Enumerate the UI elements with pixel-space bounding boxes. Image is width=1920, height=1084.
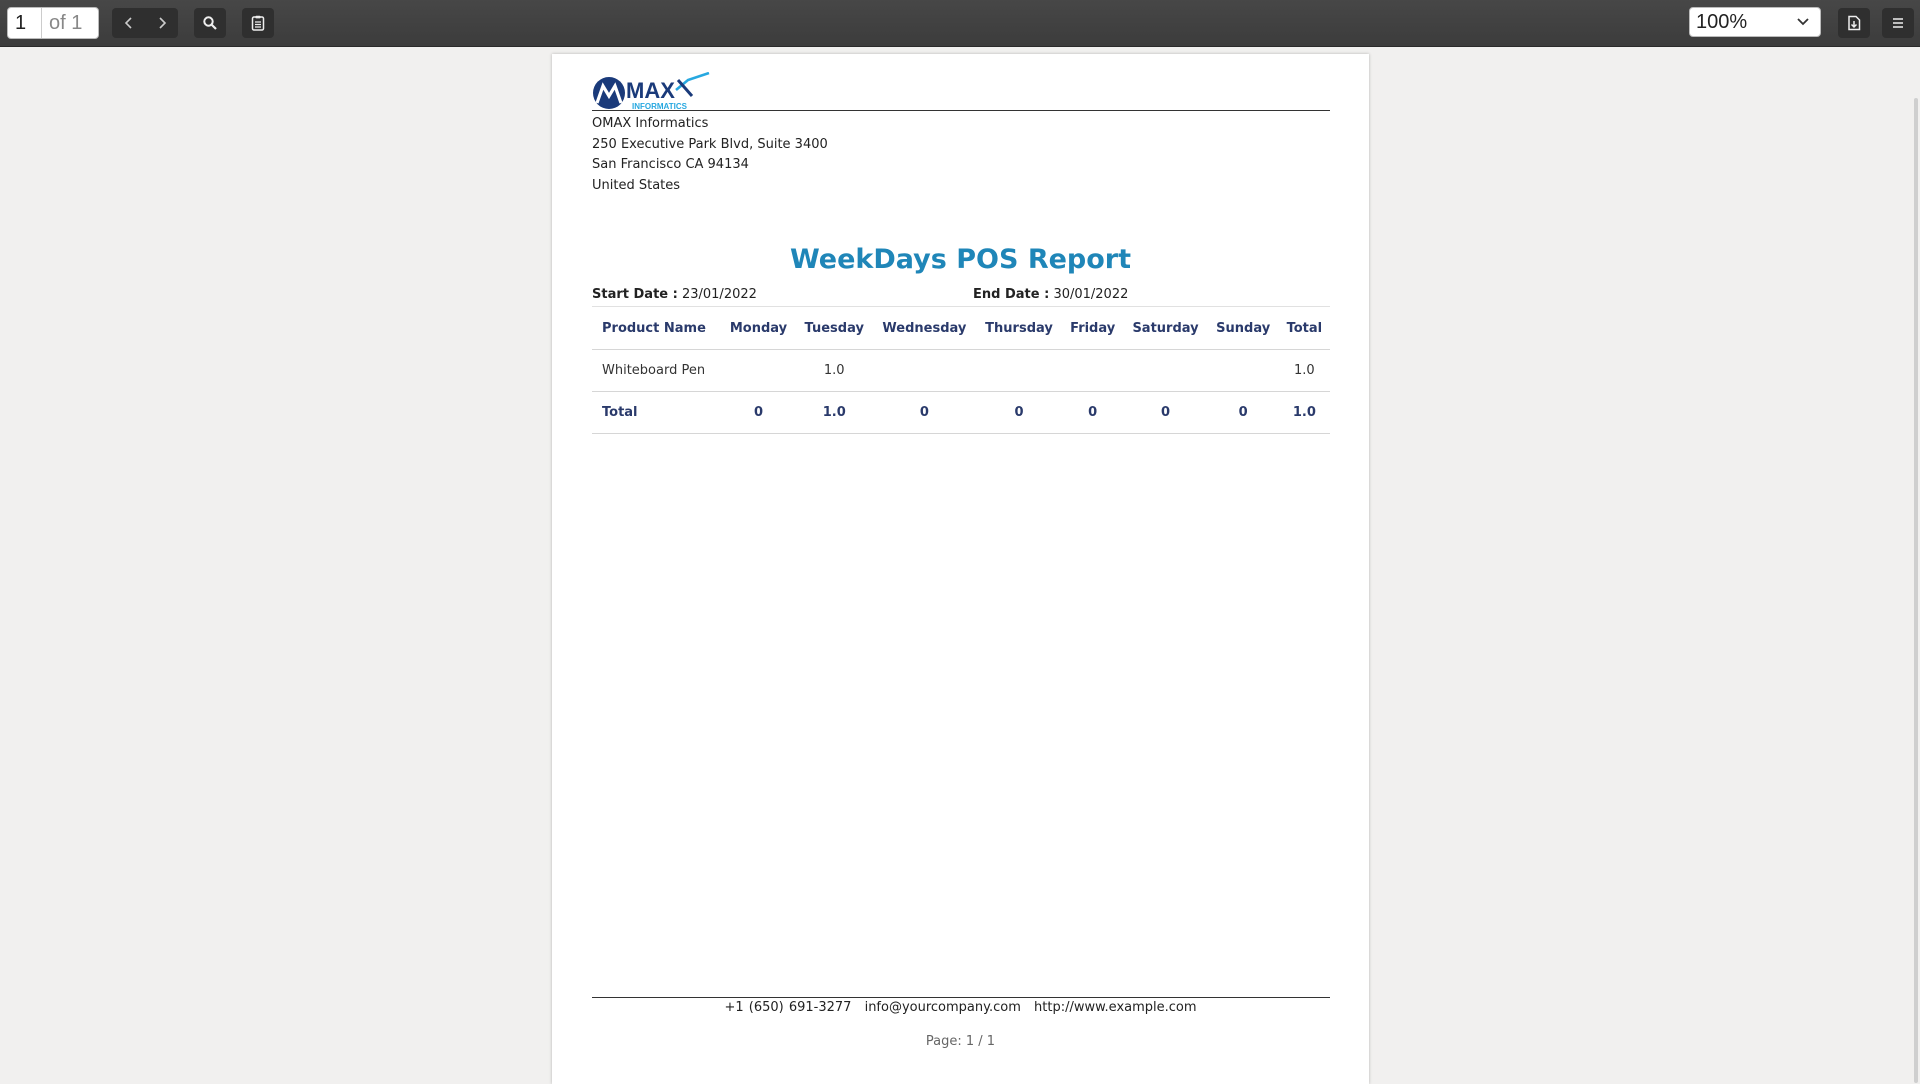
footer-page-number: Page: 1 / 1 <box>925 1034 996 1049</box>
table-cell <box>721 349 796 392</box>
end-date-value: 30/01/2022 <box>1053 287 1129 302</box>
table-cell: 1.0 <box>795 349 873 392</box>
search-icon <box>203 16 217 30</box>
search-button[interactable] <box>194 8 226 38</box>
table-cell: 0 <box>721 391 796 434</box>
more-options-button[interactable] <box>1882 8 1914 38</box>
download-document-icon <box>1848 15 1861 31</box>
column-header: Product Name <box>592 306 722 350</box>
company-address-line1: 250 Executive Park Blvd, Suite 3400 <box>592 136 828 152</box>
table-cell: 0 <box>1207 391 1279 434</box>
footer-divider <box>592 997 1330 998</box>
table-total-row: Total 0 1.0 0 0 0 0 0 1.0 <box>592 391 1330 434</box>
previous-page-button[interactable] <box>112 8 145 38</box>
report-title: WeekDays POS Report <box>789 244 1132 275</box>
table-cell: 0 <box>872 391 977 434</box>
hamburger-menu-icon <box>1893 18 1903 28</box>
table-cell: 1.0 <box>1278 391 1330 434</box>
column-header: Friday <box>1061 306 1124 350</box>
company-name: OMAX Informatics <box>592 116 709 131</box>
chevron-left-icon <box>124 17 132 29</box>
vertical-scrollbar[interactable] <box>1912 46 1920 1083</box>
document-outline-button[interactable] <box>242 8 274 38</box>
column-header: Wednesday <box>872 306 977 350</box>
table-cell: Total <box>592 391 722 434</box>
page-navigation-group <box>112 8 178 38</box>
column-header: Sunday <box>1207 306 1279 350</box>
table-cell <box>976 349 1062 392</box>
column-header: Total <box>1278 306 1330 350</box>
column-header: Thursday <box>976 306 1062 350</box>
table-cell <box>1061 349 1124 392</box>
company-logo: MAX INFORMATICS <box>593 72 710 111</box>
svg-text:MAX: MAX <box>626 78 675 103</box>
start-date-label: Start Date : <box>592 287 678 302</box>
start-date-value: 23/01/2022 <box>681 287 757 302</box>
footer-website: http://www.example.com <box>1034 1000 1197 1015</box>
page-number-field[interactable]: 1 of 1 <box>7 7 99 39</box>
table-row: Whiteboard Pen 1.0 1.0 <box>592 349 1330 392</box>
pdf-page: MAX INFORMATICS OMAX Informatics 250 Exe… <box>552 54 1369 1084</box>
download-button[interactable] <box>1838 8 1870 38</box>
page-number-input[interactable]: 1 <box>8 8 42 38</box>
table-header-row: Product Name Monday Tuesday Wednesday Th… <box>592 306 1330 350</box>
column-header: Tuesday <box>795 306 873 350</box>
zoom-value: 100% <box>1696 10 1748 33</box>
footer-phone: +1 (650) 691-3277 <box>724 1000 852 1015</box>
page-count-label: of 1 <box>49 11 83 34</box>
header-divider <box>592 110 1330 111</box>
weekdays-report-table: Product Name Monday Tuesday Wednesday Th… <box>592 306 1330 434</box>
table-cell: 1.0 <box>1278 349 1330 392</box>
table-cell <box>1123 349 1208 392</box>
start-date: Start Date : 23/01/2022 <box>592 287 757 302</box>
footer-email: info@yourcompany.com <box>864 1000 1021 1015</box>
table-cell: Whiteboard Pen <box>592 349 722 392</box>
company-address-block: OMAX Informatics 250 Executive Park Blvd… <box>592 114 828 196</box>
pdf-toolbar: 1 of 1 100% <box>0 0 1920 47</box>
end-date-label: End Date : <box>973 287 1050 302</box>
footer-contact: +1 (650) 691-3277 info@yourcompany.com h… <box>552 1000 1369 1015</box>
company-country: United States <box>592 177 681 193</box>
table-cell <box>872 349 977 392</box>
scrollbar-thumb[interactable] <box>1914 98 1918 1083</box>
table-cell: 0 <box>1061 391 1124 434</box>
table-cell: 0 <box>976 391 1062 434</box>
column-header: Monday <box>721 306 796 350</box>
column-header: Saturday <box>1123 306 1208 350</box>
table-cell: 1.0 <box>795 391 873 434</box>
table-cell <box>1207 349 1279 392</box>
chevron-right-icon <box>158 17 166 29</box>
end-date: End Date : 30/01/2022 <box>973 287 1128 302</box>
next-page-button[interactable] <box>145 8 178 38</box>
document-outline-icon <box>251 15 265 31</box>
company-address-line2: San Francisco CA 94134 <box>592 157 749 172</box>
table-cell: 0 <box>1123 391 1208 434</box>
zoom-select[interactable]: 100% <box>1689 7 1821 37</box>
chevron-down-icon <box>1797 18 1809 26</box>
